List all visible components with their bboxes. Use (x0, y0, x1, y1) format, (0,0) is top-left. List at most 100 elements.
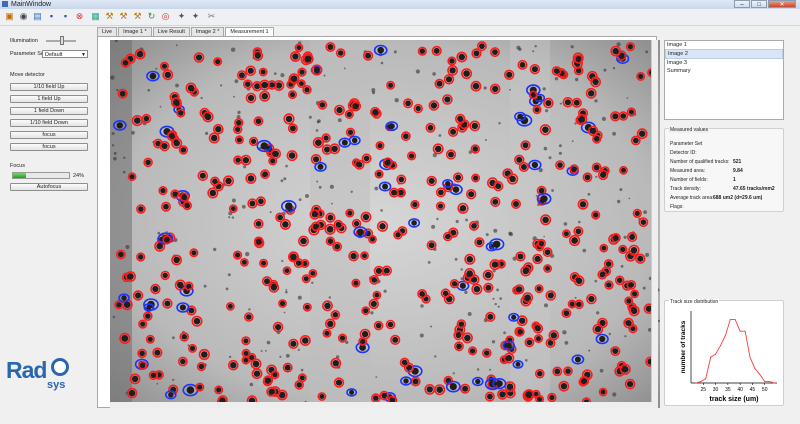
track-core (313, 156, 320, 163)
tab-live[interactable]: Live (97, 27, 118, 36)
track-core (448, 151, 454, 158)
magic-icon[interactable]: ✦ (176, 11, 187, 22)
background-speck (280, 73, 285, 78)
background-speck (503, 331, 506, 335)
track-image[interactable] (110, 40, 660, 408)
list-item[interactable]: Summary (665, 67, 783, 75)
track-core (300, 237, 307, 245)
track-core (640, 219, 647, 225)
track-core (387, 321, 394, 328)
save-icon[interactable]: ▪ (46, 11, 57, 22)
tools-icon[interactable]: ✂ (206, 11, 217, 22)
track-core (143, 115, 150, 122)
track-core (260, 69, 266, 75)
measure2-icon[interactable]: ⚒ (118, 11, 129, 22)
track-core (375, 322, 382, 329)
track-core (279, 300, 286, 307)
background-speck (337, 118, 342, 123)
track-core (573, 99, 580, 106)
magic2-icon[interactable]: ✦ (190, 11, 201, 22)
image-vertical-scrollbar[interactable] (651, 40, 658, 408)
parameter-set-value: Default (45, 52, 63, 58)
track-core (129, 174, 135, 180)
focus-button-2[interactable]: focus (10, 143, 88, 151)
target-icon[interactable]: ◎ (160, 11, 171, 22)
measured-values-title: Measured values (669, 127, 710, 133)
maximize-button[interactable]: □ (751, 0, 767, 8)
track-core (557, 162, 563, 168)
tab-image-2[interactable]: Image 2 * (190, 27, 225, 36)
measure-icon[interactable]: ⚒ (104, 11, 115, 22)
background-speck (419, 333, 424, 338)
tab-image-1[interactable]: Image 1 * (118, 27, 152, 36)
tenth-field-up-button[interactable]: 1/10 field Up (10, 83, 88, 91)
track-core (620, 246, 626, 253)
track-core (139, 350, 145, 357)
background-speck (241, 204, 246, 209)
field-up-button[interactable]: 1 field Up (10, 95, 88, 103)
image-horizontal-scrollbar[interactable] (110, 402, 658, 408)
track-core (363, 155, 370, 162)
track-core (484, 350, 490, 356)
background-speck (156, 382, 159, 385)
background-speck (496, 288, 499, 292)
row-label: Average track area: (670, 195, 714, 201)
background-speck (436, 217, 439, 221)
track-core (136, 50, 144, 58)
track-core (324, 302, 331, 309)
track-core (434, 145, 442, 153)
track-core (370, 300, 377, 307)
save-as-icon[interactable]: ▪ (60, 11, 71, 22)
distribution-group: Track size distribution 25 30 35 40 45 50 trac… (664, 299, 784, 406)
track-core (612, 348, 619, 354)
field-down-button[interactable]: 1 field Down (10, 107, 88, 115)
image-icon[interactable]: ▤ (32, 11, 43, 22)
background-speck (228, 216, 231, 219)
track-core (178, 110, 184, 116)
track-core (374, 292, 380, 298)
track-core (164, 237, 170, 243)
list-item[interactable]: Image 3 (665, 59, 783, 67)
tab-live-result[interactable]: Live Result (152, 27, 190, 36)
track-core (632, 137, 639, 144)
camera-icon[interactable]: ◉ (18, 11, 29, 22)
autofocus-button[interactable]: Autofocus (10, 183, 88, 191)
background-speck (548, 156, 552, 160)
list-item-selected[interactable]: Image 2 (665, 49, 783, 59)
track-core (261, 260, 267, 266)
track-core (625, 320, 632, 327)
close-red-icon[interactable]: ⊗ (74, 11, 85, 22)
minimize-button[interactable]: – (734, 0, 750, 8)
tenth-field-down-button[interactable]: 1/10 field Down (10, 119, 88, 127)
background-speck (297, 348, 300, 351)
track-core (377, 46, 385, 54)
track-core (550, 332, 557, 339)
background-speck (628, 197, 631, 200)
track-core (357, 228, 364, 236)
x-tick-label: 25 (701, 387, 707, 393)
track-core (524, 294, 531, 301)
parameter-set-select[interactable]: Default ▼ (42, 50, 88, 58)
focus-button-1[interactable]: focus (10, 131, 88, 139)
grid-icon[interactable]: ▦ (90, 11, 101, 22)
track-core (412, 201, 418, 208)
illumination-slider-thumb[interactable] (60, 36, 64, 45)
background-speck (493, 228, 498, 233)
refresh-icon[interactable]: ↻ (146, 11, 157, 22)
track-core (270, 158, 276, 164)
track-core (327, 320, 334, 327)
measured-values-group: Measured values Parameter Set Detector I… (664, 127, 784, 212)
track-core (428, 177, 435, 184)
measure3-icon[interactable]: ⚒ (132, 11, 143, 22)
track-core (181, 334, 188, 340)
open-icon[interactable]: ▣ (4, 11, 15, 22)
track-core (563, 310, 570, 317)
track-core (289, 92, 296, 98)
list-item[interactable]: Image 1 (665, 41, 783, 49)
track-core (594, 136, 600, 142)
row-label: Track density: (670, 186, 701, 192)
track-core (360, 338, 366, 344)
close-button[interactable]: ✕ (768, 0, 796, 8)
data-point (769, 381, 771, 383)
track-core (564, 99, 571, 106)
